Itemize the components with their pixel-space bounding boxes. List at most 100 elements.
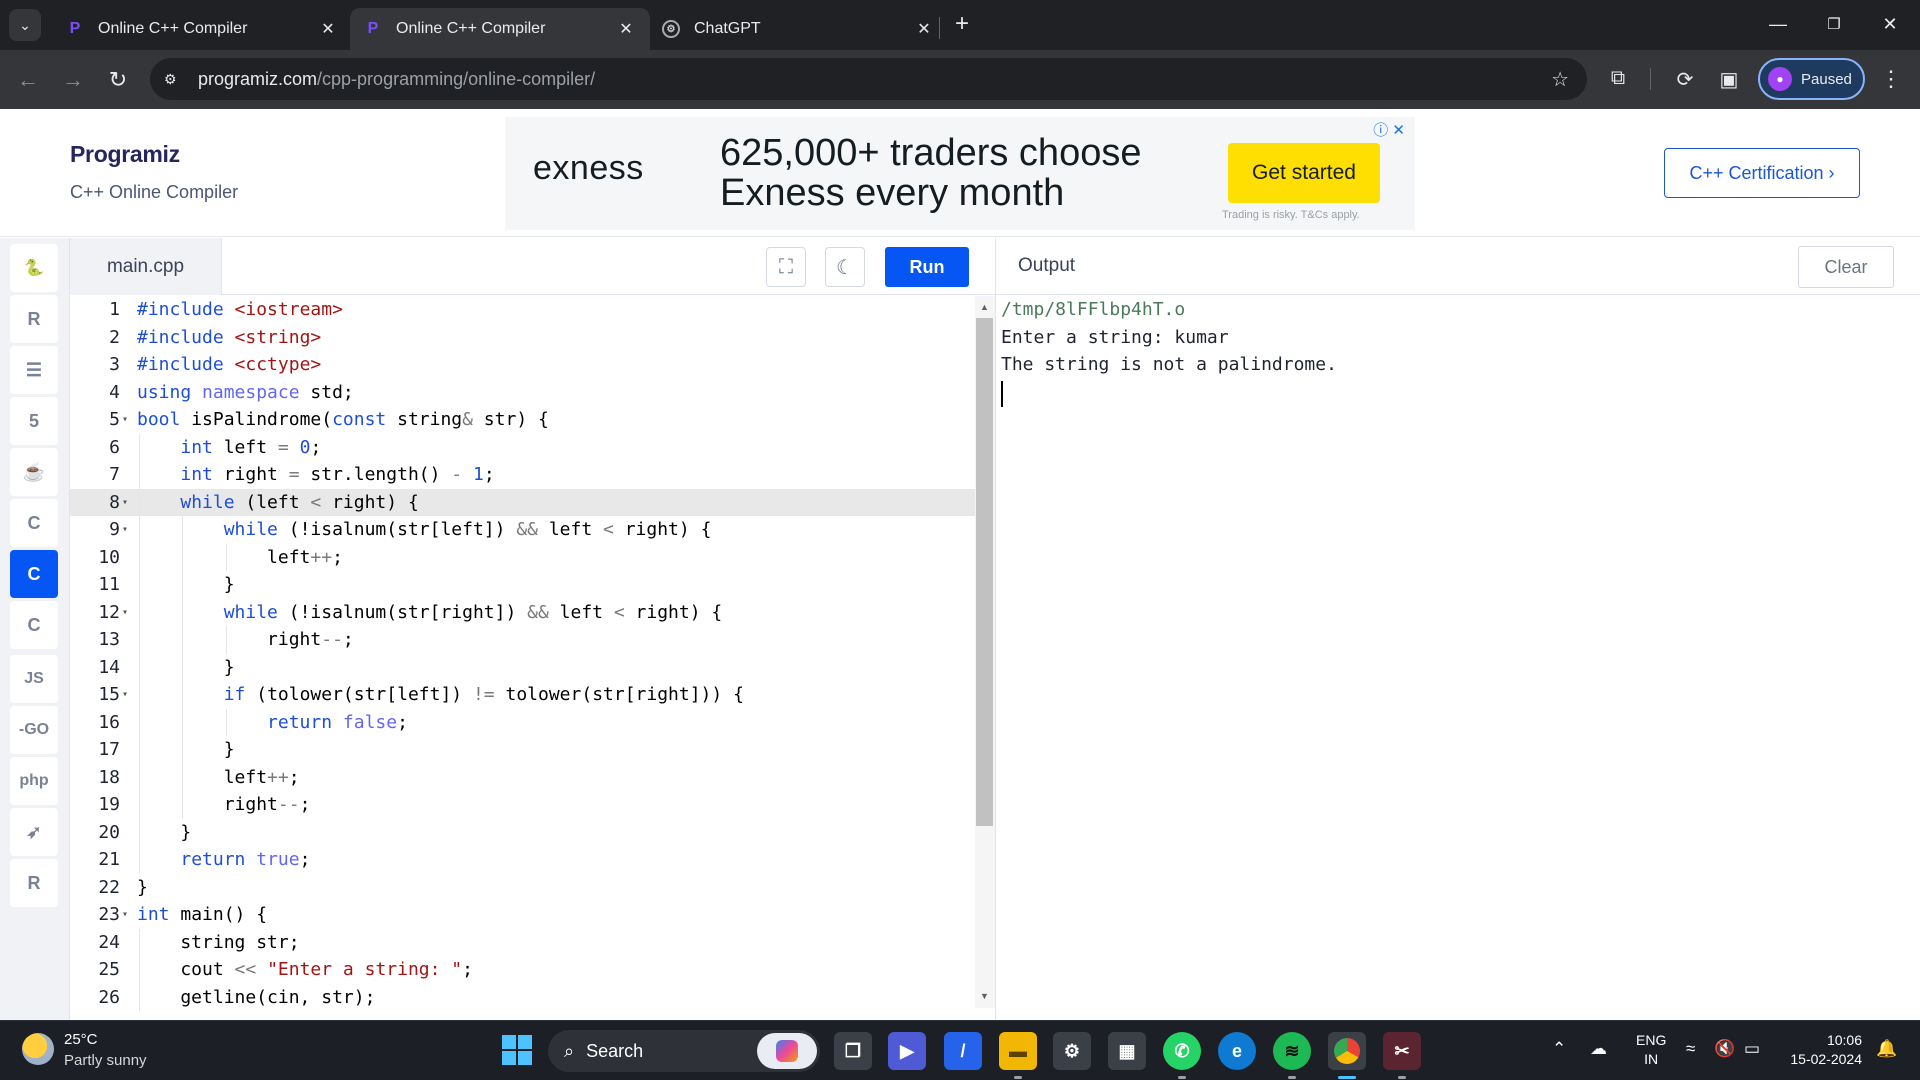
code-line[interactable]: 15 ▾ if (tolower(str[left]) != tolower(st… bbox=[70, 681, 995, 709]
java-icon[interactable]: ☕ bbox=[10, 448, 58, 496]
fold-arrow-icon[interactable]: ▾ bbox=[122, 681, 128, 709]
tray-chevron-up-icon[interactable]: ⌃ bbox=[1552, 1039, 1566, 1059]
tab-chatgpt[interactable]: ⚙ ChatGPT ✕ bbox=[648, 8, 948, 50]
code-line[interactable]: 12 ▾ while (!isalnum(str[right]) && left … bbox=[70, 598, 995, 627]
tab-close-icon[interactable]: ✕ bbox=[914, 19, 934, 39]
code-line[interactable]: 25 cout << "Enter a string: "; bbox=[70, 956, 995, 984]
html-icon[interactable]: 5 bbox=[10, 397, 58, 445]
chrome-icon[interactable] bbox=[1328, 1032, 1366, 1070]
code-line[interactable]: 18 left++; bbox=[70, 763, 995, 791]
bookmark-star-icon[interactable]: ☆ bbox=[1551, 67, 1569, 92]
performance-icon[interactable]: ⟳ bbox=[1671, 67, 1699, 92]
code-line[interactable]: 5 ▾ bool isPalindrome(const string& str) { bbox=[70, 406, 995, 434]
code-line[interactable]: 3 #include <cctype> bbox=[70, 351, 995, 379]
whatsapp-icon[interactable]: ✆ bbox=[1163, 1032, 1201, 1070]
side-panel-icon[interactable]: ▣ bbox=[1715, 67, 1743, 92]
profile-button[interactable]: ● Paused bbox=[1758, 58, 1865, 100]
address-url[interactable]: programiz.com/cpp-programming/online-com… bbox=[198, 69, 595, 90]
code-line[interactable]: 21 return true; bbox=[70, 846, 995, 874]
tab-close-icon[interactable]: ✕ bbox=[616, 19, 636, 39]
file-explorer-icon[interactable]: ▬ bbox=[999, 1032, 1037, 1070]
code-line[interactable]: 2 #include <string> bbox=[70, 324, 995, 352]
snipping-tool-icon[interactable]: ✂ bbox=[1383, 1032, 1421, 1070]
minimize-icon[interactable]: — bbox=[1756, 8, 1800, 40]
code-line[interactable]: 11 } bbox=[70, 571, 995, 599]
wifi-icon[interactable]: ≈ bbox=[1686, 1039, 1695, 1059]
forward-arrow-icon[interactable]: → bbox=[58, 65, 88, 95]
weather-partly-sunny-icon[interactable] bbox=[22, 1033, 54, 1065]
database-icon[interactable]: ☰ bbox=[10, 346, 58, 394]
settings-gear-icon[interactable]: ⚙ bbox=[1053, 1032, 1091, 1070]
scroll-down-arrow-icon[interactable]: ▼ bbox=[980, 991, 989, 1001]
output-console[interactable]: /tmp/8lFFlbp4hT.o Enter a string: kumar … bbox=[996, 296, 1920, 1020]
csharp-icon[interactable]: C bbox=[10, 601, 58, 649]
php-icon[interactable]: php bbox=[10, 757, 58, 805]
fold-arrow-icon[interactable]: ▾ bbox=[122, 901, 128, 929]
r-icon[interactable]: R bbox=[10, 295, 58, 343]
tab-online-cpp-compiler-1[interactable]: P Online C++ Compiler ✕ bbox=[52, 8, 352, 50]
ad-close-icon[interactable]: ⓘ ✕ bbox=[1373, 119, 1405, 140]
code-line[interactable]: 8 ▾ while (left < right) { bbox=[70, 488, 995, 517]
scroll-up-arrow-icon[interactable]: ▲ bbox=[980, 302, 989, 312]
site-info-icon[interactable]: ⚙ bbox=[164, 71, 188, 88]
python-icon[interactable]: 🐍 bbox=[10, 244, 58, 292]
fold-arrow-icon[interactable]: ▾ bbox=[122, 406, 128, 434]
code-line[interactable]: 4 using namespace std; bbox=[70, 379, 995, 407]
code-line[interactable]: 24 string str; bbox=[70, 928, 995, 956]
onedrive-cloud-icon[interactable]: ☁ bbox=[1590, 1039, 1607, 1059]
windows-start-icon[interactable] bbox=[502, 1035, 532, 1065]
new-tab-plus-icon[interactable]: + bbox=[948, 10, 976, 38]
file-tab-main-cpp[interactable]: main.cpp bbox=[70, 238, 222, 295]
tab-online-cpp-compiler-2[interactable]: P Online C++ Compiler ✕ bbox=[350, 8, 650, 50]
tab-search-chevron-icon[interactable]: ⌄ bbox=[9, 9, 41, 41]
tab-close-icon[interactable]: ✕ bbox=[318, 19, 338, 39]
code-line[interactable]: 9 ▾ while (!isalnum(str[left]) && left < … bbox=[70, 516, 995, 544]
dark-mode-moon-icon[interactable]: ☾ bbox=[825, 247, 865, 287]
code-line[interactable]: 23 ▾ int main() { bbox=[70, 901, 995, 929]
code-line[interactable]: 17 } bbox=[70, 736, 995, 764]
browser-menu-icon[interactable]: ⋮ bbox=[1880, 66, 1902, 92]
back-arrow-icon[interactable]: ← bbox=[13, 65, 43, 95]
reload-icon[interactable]: ↻ bbox=[103, 65, 133, 95]
code-line[interactable]: 26 getline(cin, str); bbox=[70, 983, 995, 1011]
battery-charging-icon[interactable]: ▭ bbox=[1744, 1039, 1760, 1059]
cpp-certification-button[interactable]: C++ Certification › bbox=[1664, 148, 1860, 198]
ad-get-started-button[interactable]: Get started bbox=[1228, 143, 1380, 203]
code-line[interactable]: 6 int left = 0; bbox=[70, 433, 995, 461]
code-line[interactable]: 19 right--; bbox=[70, 791, 995, 819]
swift-icon[interactable]: ➶ bbox=[10, 808, 58, 856]
fold-arrow-icon[interactable]: ▾ bbox=[122, 489, 128, 517]
advertisement-banner[interactable]: exness 625,000+ traders choose Exness ev… bbox=[505, 117, 1415, 230]
microsoft-store-icon[interactable]: ▦ bbox=[1108, 1032, 1146, 1070]
fullscreen-icon[interactable]: ⛶ bbox=[766, 247, 806, 287]
copilot-icon[interactable] bbox=[757, 1033, 817, 1069]
editor-scrollbar-thumb[interactable] bbox=[976, 318, 993, 826]
address-bar[interactable]: ⚙ programiz.com/cpp-programming/online-c… bbox=[150, 58, 1587, 100]
output-input-line[interactable] bbox=[1001, 379, 1920, 407]
spotify-icon[interactable]: ≋ bbox=[1273, 1032, 1311, 1070]
code-line[interactable]: 16 return false; bbox=[70, 708, 995, 736]
go-icon[interactable]: -GO bbox=[10, 706, 58, 754]
run-button[interactable]: Run bbox=[885, 247, 969, 287]
code-line[interactable]: 22} bbox=[70, 874, 995, 902]
c-icon[interactable]: C bbox=[10, 499, 58, 547]
code-line[interactable]: 20 } bbox=[70, 818, 995, 846]
task-view-icon[interactable]: ❐ bbox=[834, 1032, 872, 1070]
rust-icon[interactable]: R bbox=[10, 859, 58, 907]
speaker-muted-icon[interactable]: 🔇 bbox=[1714, 1039, 1735, 1059]
code-line[interactable]: 14 } bbox=[70, 653, 995, 681]
window-close-icon[interactable]: ✕ bbox=[1868, 8, 1912, 40]
weather-description[interactable]: Partly sunny bbox=[64, 1052, 147, 1069]
taskbar-clock[interactable]: 10:06 15-02-2024 bbox=[1782, 1031, 1862, 1069]
code-line[interactable]: 7 int right = str.length() - 1; bbox=[70, 461, 995, 489]
clear-button[interactable]: Clear bbox=[1798, 246, 1894, 288]
code-editor[interactable]: 1 #include <iostream> 2 #include <string> 3 #… bbox=[70, 296, 995, 1020]
paint-app-icon[interactable]: / bbox=[944, 1032, 982, 1070]
code-line[interactable]: 1 #include <iostream> bbox=[70, 296, 995, 324]
cpp-icon[interactable]: C bbox=[10, 550, 58, 598]
meet-icon[interactable]: ▶ bbox=[888, 1032, 926, 1070]
fold-arrow-icon[interactable]: ▾ bbox=[122, 599, 128, 627]
restore-icon[interactable]: ❐ bbox=[1812, 8, 1856, 40]
edge-icon[interactable]: e bbox=[1218, 1032, 1256, 1070]
code-line[interactable]: 13 right--; bbox=[70, 626, 995, 654]
